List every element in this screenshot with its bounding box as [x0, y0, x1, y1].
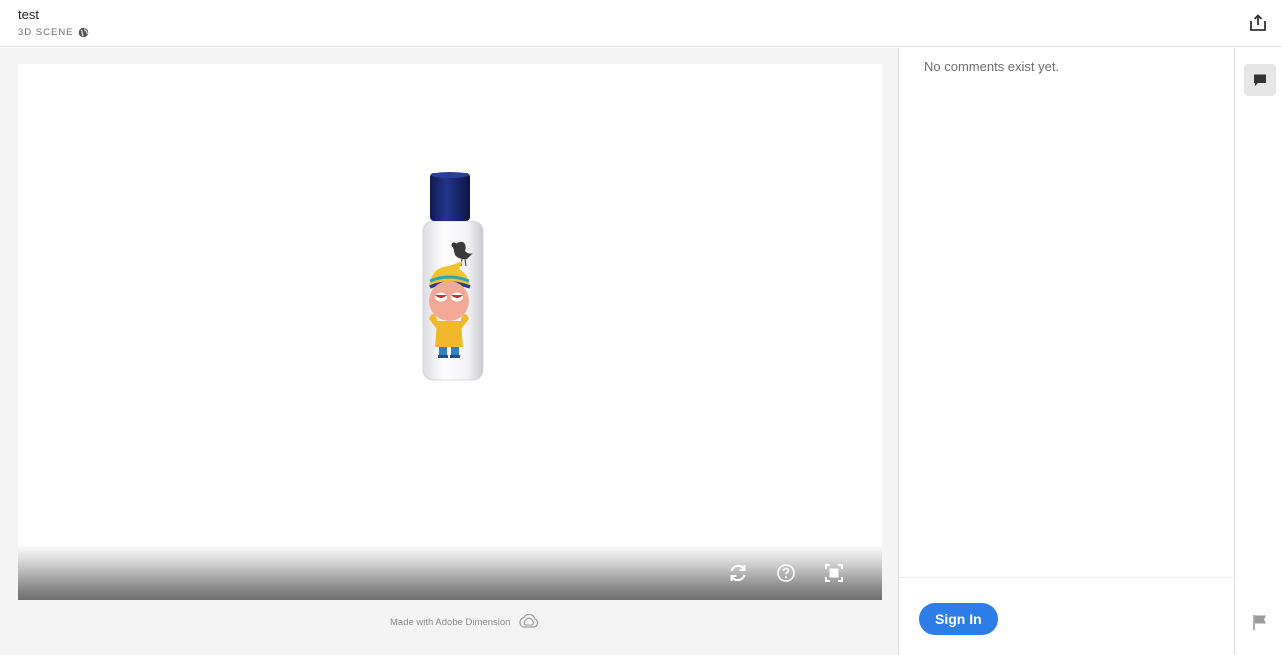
- made-with-credit[interactable]: Made with Adobe Dimension: [390, 614, 540, 630]
- bottle-model[interactable]: [413, 169, 493, 384]
- comments-panel: No comments exist yet. Sign In: [899, 48, 1234, 655]
- flag-icon: [1253, 615, 1266, 630]
- creative-cloud-icon: [519, 614, 539, 628]
- help-button[interactable]: [775, 562, 797, 584]
- help-icon: [777, 564, 795, 582]
- globe-icon: [78, 27, 88, 38]
- fullscreen-button[interactable]: [823, 562, 845, 584]
- rotate-button[interactable]: [727, 562, 749, 584]
- made-with-text: Made with Adobe Dimension: [390, 616, 511, 628]
- share-button[interactable]: [1248, 13, 1268, 33]
- comments-toggle-button[interactable]: [1244, 64, 1276, 96]
- page-subtitle: 3D SCENE: [18, 27, 89, 38]
- fullscreen-icon: [825, 564, 843, 582]
- share-icon: [1250, 14, 1266, 31]
- header: test 3D SCENE: [0, 0, 1282, 47]
- 3d-viewport[interactable]: [18, 64, 882, 600]
- viewer-toolbar: [18, 544, 882, 600]
- page-title: test: [18, 7, 39, 22]
- rotate-icon: [730, 565, 746, 581]
- report-button[interactable]: [1251, 613, 1269, 631]
- comments-footer: Sign In: [899, 577, 1234, 655]
- viewer-panel: Made with Adobe Dimension: [0, 48, 899, 655]
- right-rail: [1234, 48, 1282, 655]
- comment-icon: [1254, 74, 1266, 86]
- sign-in-button[interactable]: Sign In: [919, 603, 998, 635]
- subtitle-label: 3D SCENE: [18, 27, 74, 38]
- no-comments-message: No comments exist yet.: [924, 59, 1060, 74]
